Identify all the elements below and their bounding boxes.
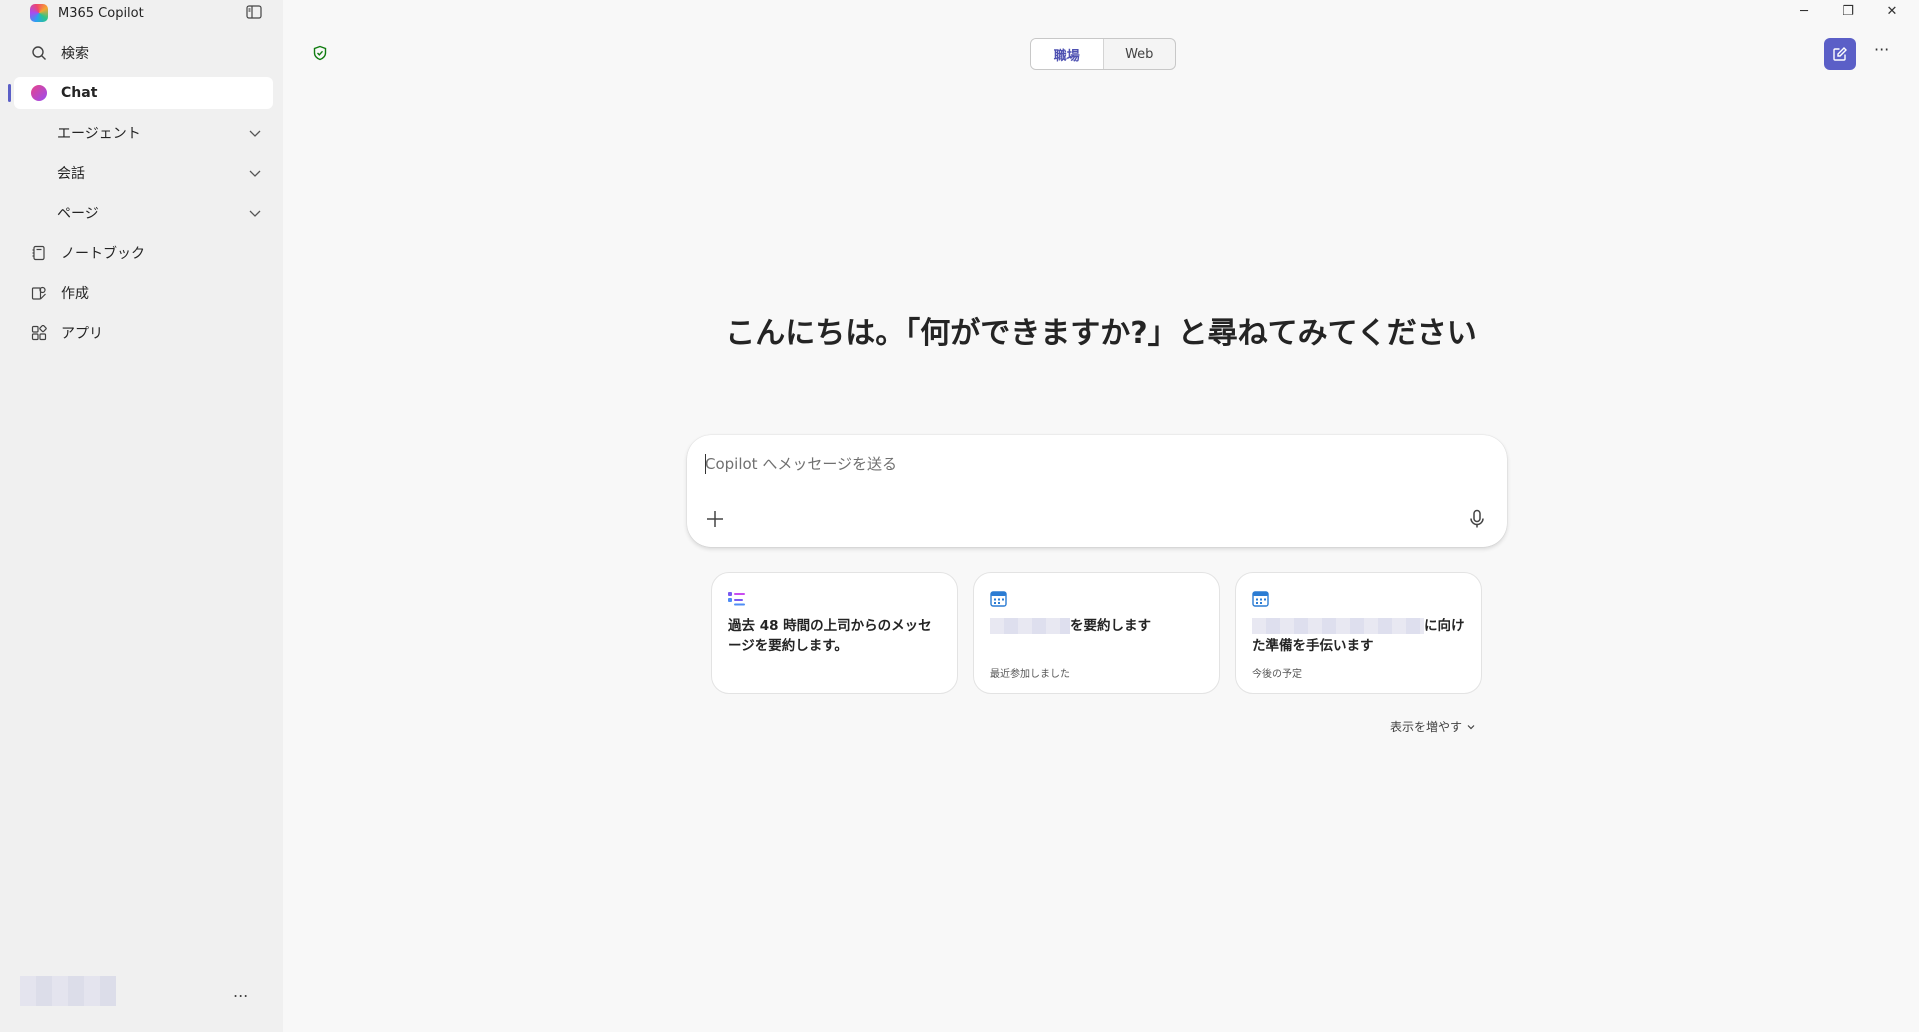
apps-icon — [29, 323, 49, 343]
prompt-card-title-text: を要約します — [1070, 618, 1151, 634]
prompt-card[interactable]: を要約します 最近参加しました — [973, 572, 1220, 694]
sidebar-item-label: 検索 — [61, 46, 89, 62]
microphone-button[interactable] — [1465, 507, 1489, 531]
copilot-logo-icon — [30, 4, 48, 22]
app-window: M365 Copilot 検索 Chat エージェント 会話 ページ ノートブッ… — [0, 0, 1919, 1032]
sidebar-item-label: アプリ — [61, 326, 103, 342]
sidebar-item-agents[interactable]: エージェント — [14, 117, 273, 149]
checklist-icon — [728, 592, 745, 606]
close-button[interactable]: ✕ — [1870, 0, 1914, 22]
sidebar-item-label: 会話 — [57, 166, 85, 182]
search-icon — [29, 43, 49, 63]
chevron-down-icon[interactable] — [247, 125, 263, 141]
add-attachment-button[interactable] — [703, 507, 727, 531]
app-title-text: M365 Copilot — [58, 5, 144, 21]
sidebar-item-search[interactable]: 検索 — [14, 37, 273, 69]
calendar-icon — [990, 591, 1007, 607]
prompt-card-subtitle: 今後の予定 — [1252, 669, 1302, 680]
active-indicator — [8, 84, 11, 102]
prompt-card[interactable]: に向けた準備を手伝います 今後の予定 — [1235, 572, 1482, 694]
calendar-icon — [1252, 591, 1269, 607]
tab-web[interactable]: Web — [1104, 39, 1176, 69]
sidebar-toggle-icon[interactable] — [245, 3, 263, 21]
compose-icon — [1833, 47, 1847, 61]
greeting-heading: こんにちは。「何ができますか?」と尋ねてみてください — [725, 316, 1477, 351]
microphone-icon — [1470, 509, 1484, 528]
tab-work[interactable]: 職場 — [1031, 39, 1104, 69]
prompt-card-title: 過去 48 時間の上司からのメッセージを要約します。 — [728, 618, 932, 654]
text-caret — [705, 454, 706, 474]
user-profile-avatar[interactable] — [20, 976, 116, 1006]
prompt-card[interactable]: 過去 48 時間の上司からのメッセージを要約します。 — [711, 572, 958, 694]
message-input[interactable] — [705, 449, 1465, 479]
shield-check-icon[interactable] — [312, 45, 328, 61]
message-composer — [687, 435, 1507, 547]
minimize-button[interactable]: ─ — [1782, 0, 1826, 22]
sidebar-item-chat[interactable]: Chat — [14, 77, 273, 109]
chevron-down-icon[interactable] — [247, 205, 263, 221]
chevron-down-icon[interactable] — [247, 165, 263, 181]
prompt-card-title: に向けた準備を手伝います — [1252, 616, 1468, 656]
notebook-icon — [29, 243, 49, 263]
show-more-label: 表示を増やす — [1390, 720, 1463, 734]
sidebar-item-label: エージェント — [57, 126, 141, 142]
prompt-card-title: を要約します — [990, 616, 1206, 636]
sidebar-item-create[interactable]: 作成 — [14, 277, 273, 309]
sidebar-item-pages[interactable]: ページ — [14, 197, 273, 229]
redacted-text — [990, 618, 1070, 634]
plus-icon — [707, 511, 723, 527]
restore-button[interactable]: ❐ — [1826, 0, 1870, 22]
more-options-icon[interactable]: ... — [233, 982, 248, 1001]
sidebar-item-label: ページ — [57, 206, 99, 222]
copilot-chat-icon — [29, 83, 49, 103]
sidebar: M365 Copilot 検索 Chat エージェント 会話 ページ ノートブッ… — [0, 0, 283, 1032]
sidebar-item-label: 作成 — [61, 286, 89, 302]
new-chat-button[interactable] — [1824, 38, 1856, 70]
create-icon — [29, 283, 49, 303]
sidebar-item-conversations[interactable]: 会話 — [14, 157, 273, 189]
sidebar-item-label: Chat — [61, 85, 98, 101]
more-options-icon[interactable]: ··· — [1874, 40, 1889, 59]
prompt-card-subtitle: 最近参加しました — [990, 669, 1070, 680]
work-web-toggle: 職場 Web — [1030, 38, 1176, 70]
app-title: M365 Copilot — [30, 3, 144, 23]
sidebar-item-notebooks[interactable]: ノートブック — [14, 237, 273, 269]
redacted-text — [1252, 618, 1424, 634]
chevron-down-icon — [1467, 724, 1475, 729]
sidebar-item-label: ノートブック — [61, 246, 145, 262]
sidebar-item-apps[interactable]: アプリ — [14, 317, 273, 349]
show-more-button[interactable]: 表示を増やす — [1390, 718, 1476, 735]
